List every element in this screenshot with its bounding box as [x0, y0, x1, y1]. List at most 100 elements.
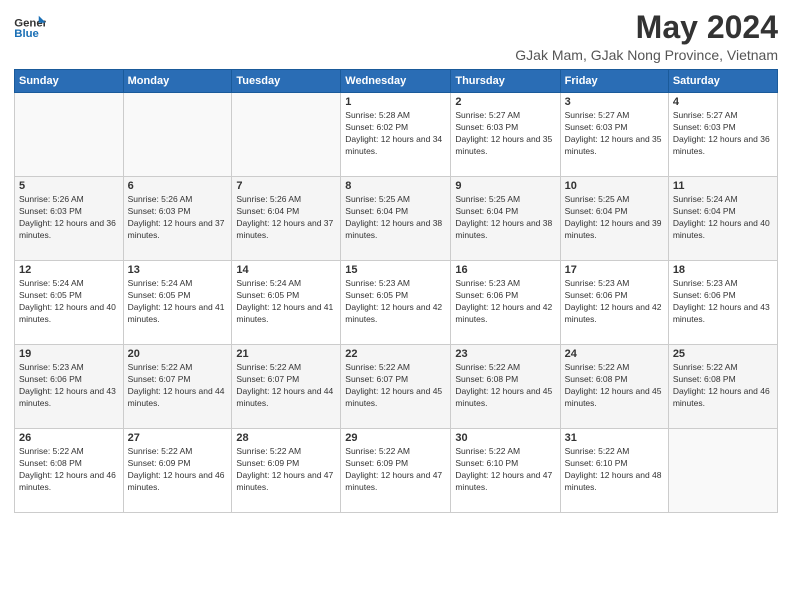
day-info: Sunrise: 5:22 AMSunset: 6:07 PMDaylight:…	[128, 362, 228, 410]
day-number: 8	[345, 180, 446, 192]
table-cell: 26Sunrise: 5:22 AMSunset: 6:08 PMDayligh…	[15, 429, 124, 513]
table-cell	[232, 93, 341, 177]
day-number: 13	[128, 264, 228, 276]
table-cell: 7Sunrise: 5:26 AMSunset: 6:04 PMDaylight…	[232, 177, 341, 261]
calendar-header-row: Sunday Monday Tuesday Wednesday Thursday…	[15, 70, 778, 93]
table-cell: 22 Sunrise: 5:22 AMSunset: 6:07 PMDayligh…	[341, 345, 451, 429]
day-info: Sunrise: 5:26 AMSunset: 6:04 PMDaylight:…	[236, 194, 336, 242]
day-info: Sunrise: 5:26 AMSunset: 6:03 PMDaylight:…	[19, 194, 119, 242]
day-info: Sunrise: 5:26 AMSunset: 6:03 PMDaylight:…	[128, 194, 228, 242]
table-cell: 10 Sunrise: 5:25 AMSunset: 6:04 PMDayligh…	[560, 177, 668, 261]
day-number: 12	[19, 264, 119, 276]
day-info: Sunrise: 5:22 AMSunset: 6:08 PMDaylight:…	[19, 446, 119, 494]
main-title: May 2024	[515, 10, 778, 45]
day-info: Sunrise: 5:22 AMSunset: 6:08 PMDaylight:…	[673, 362, 773, 410]
day-info: Sunrise: 5:22 AMSunset: 6:09 PMDaylight:…	[236, 446, 336, 494]
day-info: Sunrise: 5:28 AMSunset: 6:02 PMDaylight:…	[345, 110, 446, 158]
day-info: Sunrise: 5:27 AMSunset: 6:03 PMDaylight:…	[673, 110, 773, 158]
week-row-2: 12 Sunrise: 5:24 AMSunset: 6:05 PMDayligh…	[15, 261, 778, 345]
table-cell: 15Sunrise: 5:23 AMSunset: 6:05 PMDayligh…	[341, 261, 451, 345]
day-info: Sunrise: 5:24 AMSunset: 6:05 PMDaylight:…	[19, 278, 119, 326]
col-saturday: Saturday	[668, 70, 777, 93]
logo-icon: General Blue	[14, 14, 46, 42]
week-row-4: 26Sunrise: 5:22 AMSunset: 6:08 PMDayligh…	[15, 429, 778, 513]
day-number: 17	[565, 264, 664, 276]
day-number: 30	[455, 432, 555, 444]
table-cell: 25 Sunrise: 5:22 AMSunset: 6:08 PMDayligh…	[668, 345, 777, 429]
day-info: Sunrise: 5:22 AMSunset: 6:07 PMDaylight:…	[345, 362, 446, 410]
day-info: Sunrise: 5:24 AMSunset: 6:05 PMDaylight:…	[128, 278, 228, 326]
table-cell	[668, 429, 777, 513]
week-row-0: 1 Sunrise: 5:28 AMSunset: 6:02 PMDaylight…	[15, 93, 778, 177]
day-info: Sunrise: 5:22 AMSunset: 6:08 PMDaylight:…	[565, 362, 664, 410]
calendar-page: General Blue May 2024 GJak Mam, GJak Non…	[0, 0, 792, 612]
day-info: Sunrise: 5:23 AMSunset: 6:06 PMDaylight:…	[19, 362, 119, 410]
day-number: 24	[565, 348, 664, 360]
day-info: Sunrise: 5:22 AMSunset: 6:07 PMDaylight:…	[236, 362, 336, 410]
table-cell: 17 Sunrise: 5:23 AMSunset: 6:06 PMDayligh…	[560, 261, 668, 345]
col-sunday: Sunday	[15, 70, 124, 93]
day-number: 16	[455, 264, 555, 276]
day-info: Sunrise: 5:22 AMSunset: 6:10 PMDaylight:…	[565, 446, 664, 494]
day-number: 19	[19, 348, 119, 360]
day-number: 21	[236, 348, 336, 360]
table-cell: 13 Sunrise: 5:24 AMSunset: 6:05 PMDayligh…	[123, 261, 232, 345]
table-cell: 29 Sunrise: 5:22 AMSunset: 6:09 PMDayligh…	[341, 429, 451, 513]
day-number: 20	[128, 348, 228, 360]
day-number: 18	[673, 264, 773, 276]
day-info: Sunrise: 5:22 AMSunset: 6:09 PMDaylight:…	[345, 446, 446, 494]
table-cell: 27 Sunrise: 5:22 AMSunset: 6:09 PMDayligh…	[123, 429, 232, 513]
day-info: Sunrise: 5:27 AMSunset: 6:03 PMDaylight:…	[565, 110, 664, 158]
day-info: Sunrise: 5:24 AMSunset: 6:05 PMDaylight:…	[236, 278, 336, 326]
day-info: Sunrise: 5:25 AMSunset: 6:04 PMDaylight:…	[455, 194, 555, 242]
table-cell: 24 Sunrise: 5:22 AMSunset: 6:08 PMDayligh…	[560, 345, 668, 429]
table-cell: 19 Sunrise: 5:23 AMSunset: 6:06 PMDayligh…	[15, 345, 124, 429]
day-number: 9	[455, 180, 555, 192]
day-number: 25	[673, 348, 773, 360]
table-cell: 23Sunrise: 5:22 AMSunset: 6:08 PMDayligh…	[451, 345, 560, 429]
logo: General Blue	[14, 14, 48, 42]
day-number: 14	[236, 264, 336, 276]
day-info: Sunrise: 5:22 AMSunset: 6:09 PMDaylight:…	[128, 446, 228, 494]
calendar-table: Sunday Monday Tuesday Wednesday Thursday…	[14, 69, 778, 513]
day-info: Sunrise: 5:22 AMSunset: 6:10 PMDaylight:…	[455, 446, 555, 494]
day-info: Sunrise: 5:25 AMSunset: 6:04 PMDaylight:…	[565, 194, 664, 242]
day-info: Sunrise: 5:23 AMSunset: 6:06 PMDaylight:…	[673, 278, 773, 326]
subtitle: GJak Mam, GJak Nong Province, Vietnam	[515, 47, 778, 63]
col-tuesday: Tuesday	[232, 70, 341, 93]
header: General Blue May 2024 GJak Mam, GJak Non…	[14, 10, 778, 63]
day-number: 28	[236, 432, 336, 444]
day-info: Sunrise: 5:23 AMSunset: 6:06 PMDaylight:…	[565, 278, 664, 326]
day-number: 22	[345, 348, 446, 360]
day-number: 15	[345, 264, 446, 276]
day-number: 31	[565, 432, 664, 444]
day-info: Sunrise: 5:25 AMSunset: 6:04 PMDaylight:…	[345, 194, 446, 242]
col-thursday: Thursday	[451, 70, 560, 93]
col-monday: Monday	[123, 70, 232, 93]
day-number: 6	[128, 180, 228, 192]
day-number: 29	[345, 432, 446, 444]
table-cell: 28 Sunrise: 5:22 AMSunset: 6:09 PMDayligh…	[232, 429, 341, 513]
table-cell: 6 Sunrise: 5:26 AMSunset: 6:03 PMDaylight…	[123, 177, 232, 261]
table-cell: 20 Sunrise: 5:22 AMSunset: 6:07 PMDayligh…	[123, 345, 232, 429]
table-cell: 8 Sunrise: 5:25 AMSunset: 6:04 PMDaylight…	[341, 177, 451, 261]
table-cell	[15, 93, 124, 177]
table-cell: 18 Sunrise: 5:23 AMSunset: 6:06 PMDayligh…	[668, 261, 777, 345]
day-number: 27	[128, 432, 228, 444]
day-number: 2	[455, 96, 555, 108]
col-friday: Friday	[560, 70, 668, 93]
svg-text:Blue: Blue	[14, 28, 39, 40]
day-number: 1	[345, 96, 446, 108]
table-cell: 1 Sunrise: 5:28 AMSunset: 6:02 PMDaylight…	[341, 93, 451, 177]
table-cell: 11 Sunrise: 5:24 AMSunset: 6:04 PMDayligh…	[668, 177, 777, 261]
day-number: 11	[673, 180, 773, 192]
col-wednesday: Wednesday	[341, 70, 451, 93]
table-cell: 2Sunrise: 5:27 AMSunset: 6:03 PMDaylight…	[451, 93, 560, 177]
title-block: May 2024 GJak Mam, GJak Nong Province, V…	[515, 10, 778, 63]
week-row-1: 5Sunrise: 5:26 AMSunset: 6:03 PMDaylight…	[15, 177, 778, 261]
week-row-3: 19 Sunrise: 5:23 AMSunset: 6:06 PMDayligh…	[15, 345, 778, 429]
day-number: 10	[565, 180, 664, 192]
table-cell: 30 Sunrise: 5:22 AMSunset: 6:10 PMDayligh…	[451, 429, 560, 513]
day-info: Sunrise: 5:24 AMSunset: 6:04 PMDaylight:…	[673, 194, 773, 242]
table-cell	[123, 93, 232, 177]
